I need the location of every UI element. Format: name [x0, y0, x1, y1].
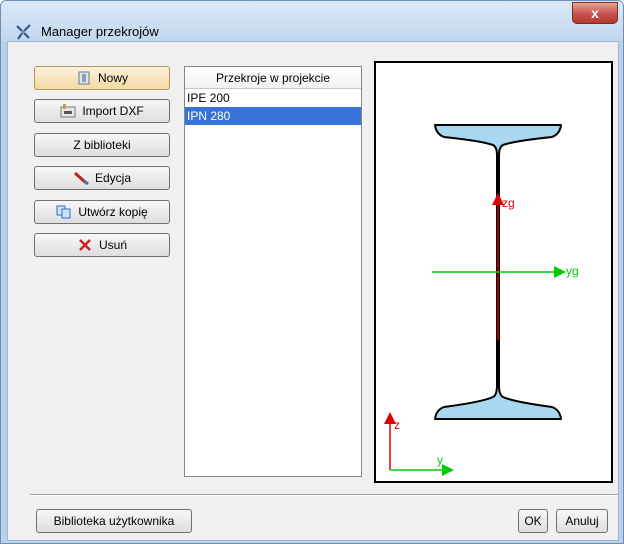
- list-item-ipe200[interactable]: IPE 200: [185, 89, 361, 107]
- section-manager-window: Manager przekrojów x Nowy Import DXF Z b…: [0, 0, 624, 544]
- ok-button[interactable]: OK: [518, 509, 548, 533]
- delete-button[interactable]: Usuń: [34, 233, 170, 257]
- cancel-label: Anuluj: [565, 514, 599, 528]
- from-library-button[interactable]: Z biblioteki: [34, 133, 170, 157]
- copy-label: Utwórz kopię: [78, 205, 148, 219]
- window-title: Manager przekrojów: [41, 24, 159, 39]
- new-icon: [78, 71, 90, 85]
- axis-yg-label: yg: [566, 264, 579, 278]
- axis-z-label: z: [394, 418, 400, 432]
- import-dxf-button[interactable]: Import DXF: [34, 99, 170, 123]
- new-button[interactable]: Nowy: [34, 66, 170, 90]
- title-bar[interactable]: Manager przekrojów x: [1, 1, 623, 41]
- list-item-label: IPE 200: [187, 91, 230, 105]
- axis-y-label: y: [437, 453, 443, 467]
- edit-button[interactable]: Edycja: [34, 166, 170, 190]
- axis-zg-label: zg: [502, 196, 515, 210]
- user-library-button[interactable]: Biblioteka użytkownika: [36, 509, 192, 533]
- app-icon: [16, 24, 31, 40]
- delete-x-icon: [79, 239, 91, 251]
- user-library-label: Biblioteka użytkownika: [53, 514, 175, 528]
- footer-separator: [30, 494, 618, 496]
- import-dxf-label: Import DXF: [82, 104, 144, 118]
- sections-list-header[interactable]: Przekroje w projekcie: [185, 67, 361, 89]
- close-button[interactable]: x: [572, 2, 618, 24]
- dxf-icon: [60, 104, 76, 118]
- ok-label: OK: [524, 514, 542, 528]
- delete-label: Usuń: [98, 238, 127, 252]
- list-item-label: IPN 280: [187, 109, 231, 123]
- dialog-body: Nowy Import DXF Z biblioteki Edycja Utwó…: [7, 41, 619, 541]
- sections-list[interactable]: Przekroje w projekcie IPE 200 IPN 280: [184, 66, 362, 477]
- close-icon: x: [591, 5, 599, 21]
- from-library-label: Z biblioteki: [73, 138, 131, 152]
- cancel-button[interactable]: Anuluj: [556, 509, 608, 533]
- section-drawing: zg yg z y: [384, 124, 579, 476]
- copy-button[interactable]: Utwórz kopię: [34, 200, 170, 224]
- copy-icon: [56, 205, 71, 219]
- sections-list-header-label: Przekroje w projekcie: [215, 70, 331, 85]
- new-label: Nowy: [97, 71, 128, 85]
- edit-pen-icon: [73, 171, 89, 185]
- list-item-ipn280[interactable]: IPN 280: [185, 107, 361, 125]
- section-preview: zg yg z y: [374, 61, 613, 483]
- edit-label: Edycja: [94, 171, 132, 185]
